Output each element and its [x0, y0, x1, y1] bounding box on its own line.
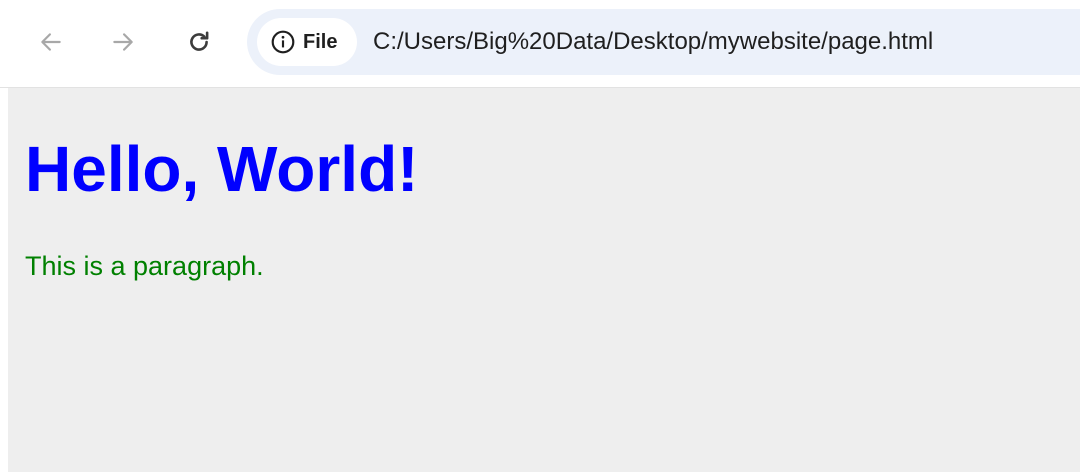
arrow-left-icon: [41, 33, 61, 51]
back-button[interactable]: [31, 22, 71, 62]
info-circle-icon: [271, 30, 295, 54]
url-text[interactable]: C:/Users/Big%20Data/Desktop/mywebsite/pa…: [373, 9, 933, 75]
page-heading: Hello, World!: [25, 133, 419, 205]
arrow-right-icon: [113, 33, 133, 51]
site-info-chip[interactable]: File: [257, 18, 357, 66]
page-viewport: Hello, World! This is a paragraph.: [8, 88, 1080, 472]
browser-toolbar: File C:/Users/Big%20Data/Desktop/mywebsi…: [0, 0, 1080, 88]
page-paragraph: This is a paragraph.: [25, 251, 264, 281]
reload-button[interactable]: [179, 22, 219, 62]
address-bar[interactable]: File C:/Users/Big%20Data/Desktop/mywebsi…: [247, 9, 1080, 75]
reload-icon: [190, 31, 209, 51]
site-info-label: File: [303, 30, 338, 53]
forward-button[interactable]: [103, 22, 143, 62]
